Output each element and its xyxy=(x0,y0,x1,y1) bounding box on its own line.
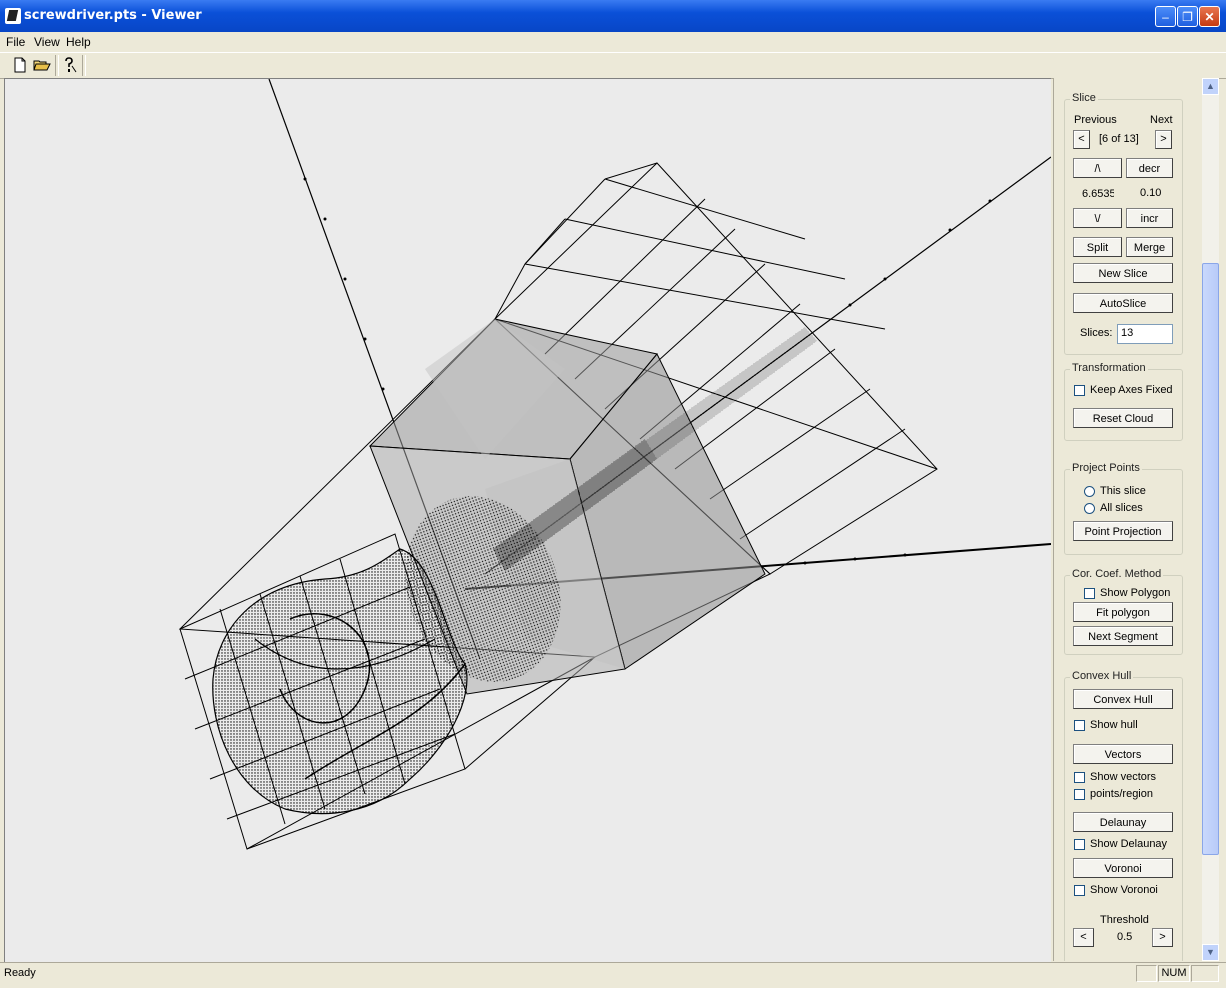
point-projection-button[interactable]: Point Projection xyxy=(1073,521,1173,541)
3d-viewport[interactable] xyxy=(4,78,1051,962)
vectors-button[interactable]: Vectors xyxy=(1073,744,1173,764)
threshold-decrease-button[interactable]: < xyxy=(1073,928,1094,947)
status-num-indicator: NUM xyxy=(1158,965,1190,982)
this-slice-label: This slice xyxy=(1100,485,1146,497)
status-pane-empty xyxy=(1191,965,1219,982)
menu-file[interactable]: File xyxy=(6,35,25,49)
minimize-button[interactable]: – xyxy=(1155,6,1176,27)
all-slices-label: All slices xyxy=(1100,502,1143,514)
menu-help[interactable]: Help xyxy=(66,35,91,49)
next-label: Next xyxy=(1150,114,1173,126)
auto-slice-button[interactable]: AutoSlice xyxy=(1073,293,1173,313)
toolbar-separator xyxy=(82,55,86,76)
convex-hull-button[interactable]: Convex Hull xyxy=(1073,689,1173,709)
slice-counter: [6 of 13] xyxy=(1099,133,1139,145)
points-region-checkbox[interactable] xyxy=(1074,789,1085,800)
show-hull-label: Show hull xyxy=(1090,719,1138,731)
show-voronoi-checkbox[interactable] xyxy=(1074,885,1085,896)
show-vectors-checkbox[interactable] xyxy=(1074,772,1085,783)
slice-group-label: Slice xyxy=(1070,92,1098,104)
merge-button[interactable]: Merge xyxy=(1126,237,1173,257)
cor-coef-group-label: Cor. Coef. Method xyxy=(1070,568,1164,580)
screwdriver-handle xyxy=(212,548,468,815)
point-cloud-scene[interactable] xyxy=(5,79,1051,962)
panel-scrollbar[interactable]: ▲ ▼ xyxy=(1202,78,1219,961)
previous-label: Previous xyxy=(1074,114,1117,126)
reset-cloud-button[interactable]: Reset Cloud xyxy=(1073,408,1173,428)
slices-count-input[interactable]: 13 xyxy=(1117,324,1173,344)
scroll-up-button[interactable]: ▲ xyxy=(1202,78,1219,95)
threshold-increase-button[interactable]: > xyxy=(1152,928,1173,947)
next-segment-button[interactable]: Next Segment xyxy=(1073,626,1173,646)
slice-position-value: 6.6535 xyxy=(1082,188,1114,200)
fit-polygon-button[interactable]: Fit polygon xyxy=(1073,602,1173,622)
decr-button[interactable]: decr xyxy=(1126,158,1173,178)
delaunay-button[interactable]: Delaunay xyxy=(1073,812,1173,832)
show-delaunay-label: Show Delaunay xyxy=(1090,838,1168,850)
status-pane-empty xyxy=(1136,965,1157,982)
convex-hull-group-label: Convex Hull xyxy=(1070,670,1134,682)
show-delaunay-checkbox[interactable] xyxy=(1074,839,1085,850)
show-voronoi-label: Show Voronoi xyxy=(1090,884,1158,896)
open-folder-icon[interactable] xyxy=(33,56,51,74)
threshold-value: 0.5 xyxy=(1117,931,1133,943)
this-slice-radio[interactable] xyxy=(1084,486,1095,497)
slice-step-value: 0.10 xyxy=(1140,187,1162,199)
window-title: screwdriver.pts - Viewer xyxy=(24,8,202,23)
show-vectors-label: Show vectors xyxy=(1090,771,1157,783)
slices-label: Slices: xyxy=(1080,327,1113,339)
keep-axes-fixed-checkbox[interactable] xyxy=(1074,385,1085,396)
new-document-icon[interactable] xyxy=(11,56,29,74)
all-slices-radio[interactable] xyxy=(1084,503,1095,514)
toolbar xyxy=(0,52,1226,79)
transformation-group: Transformation xyxy=(1064,362,1183,441)
menu-view[interactable]: View xyxy=(34,35,60,49)
threshold-label: Threshold xyxy=(1100,914,1149,926)
toolbar-separator xyxy=(55,55,59,76)
show-polygon-label: Show Polygon xyxy=(1100,587,1171,599)
keep-axes-fixed-label: Keep Axes Fixed xyxy=(1090,384,1173,396)
slice-down-button[interactable]: \/ xyxy=(1073,208,1122,228)
restore-button[interactable]: ❐ xyxy=(1177,6,1198,27)
previous-slice-button[interactable]: < xyxy=(1073,130,1090,149)
menu-bar: File View Help xyxy=(0,32,1226,51)
help-icon[interactable] xyxy=(60,56,78,74)
points-region-label: points/region xyxy=(1090,788,1153,800)
voronoi-button[interactable]: Voronoi xyxy=(1073,858,1173,878)
scroll-down-button[interactable]: ▼ xyxy=(1202,944,1219,961)
transformation-group-label: Transformation xyxy=(1070,362,1148,374)
show-polygon-checkbox[interactable] xyxy=(1084,588,1095,599)
incr-button[interactable]: incr xyxy=(1126,208,1173,228)
status-text: Ready xyxy=(4,967,36,979)
next-slice-button[interactable]: > xyxy=(1155,130,1172,149)
slice-up-button[interactable]: /\ xyxy=(1073,158,1122,178)
status-bar: Ready NUM xyxy=(0,962,1226,985)
project-points-group-label: Project Points xyxy=(1070,462,1142,474)
split-button[interactable]: Split xyxy=(1073,237,1122,257)
new-slice-button[interactable]: New Slice xyxy=(1073,263,1173,283)
close-button[interactable]: ✕ xyxy=(1199,6,1220,27)
app-icon[interactable] xyxy=(5,8,21,24)
scroll-thumb[interactable] xyxy=(1202,263,1219,855)
control-panel: Slice Previous Next < [6 of 13] > /\ dec… xyxy=(1053,78,1203,961)
show-hull-checkbox[interactable] xyxy=(1074,720,1085,731)
title-bar: screwdriver.pts - Viewer – ❐ ✕ xyxy=(0,0,1226,32)
